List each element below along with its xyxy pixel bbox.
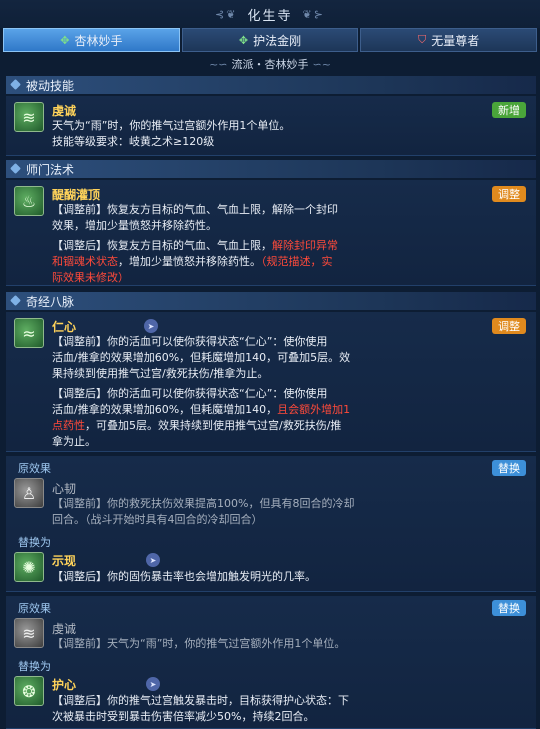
leaf-emblem-icon: ✥ xyxy=(238,33,249,47)
skill-name: 虔诚 xyxy=(52,104,77,118)
replace-badge: 替换 xyxy=(492,460,526,476)
skill-entry-qiancheng: ≋ 虔诚 新增 天气为“雨”时，你的推气过宫额外作用1个单位。 技能等级要求：岐… xyxy=(6,96,536,156)
heart-guard-skill-icon: ❂ xyxy=(14,676,44,706)
skill-name: 示现 xyxy=(52,554,77,568)
replacement-block-xinren: 原效果 替换 ♙ 心韧 【调整前】你的救死扶伤效果提高100%，但具有8回合的冷… xyxy=(6,456,536,592)
skill-description: 【调整前】你的救死扶伤效果提高100%，但具有8回合的冷却 回合。（战斗开始时具… xyxy=(52,497,355,526)
replace-with-label: 替换为 xyxy=(18,660,51,673)
leaf-emblem-icon: ✥ xyxy=(60,33,70,47)
skill-name: 护心 xyxy=(52,678,77,692)
locate-arrow-icon[interactable]: ➤ xyxy=(146,553,160,567)
person-skill-icon: ♙ xyxy=(14,478,44,508)
section-title: 师门法术 xyxy=(26,162,75,177)
original-effect-label: 原效果 xyxy=(18,462,51,475)
status-badge-adjust: 调整 xyxy=(492,186,526,202)
window-title-bar: ⊰❦ 化生寺 ❦⊱ xyxy=(0,0,540,28)
skill-description: 【调整后】你的固伤暴击率也会增加触发明光的几率。 xyxy=(52,570,316,583)
skill-name: 仁心 xyxy=(52,320,77,334)
subtitle-text: 流派・杏林妙手 xyxy=(231,58,309,71)
section-title: 奇经八脉 xyxy=(26,294,75,309)
rain-swirl-skill-icon: ≋ xyxy=(14,102,44,132)
tab-label: 无量尊者 xyxy=(431,33,480,48)
burst-skill-icon: ✺ xyxy=(14,552,44,582)
tab-label: 护法金刚 xyxy=(253,33,302,48)
skill-description: 【调整后】你的推气过宫触发暴击时，目标获得护心状态：下 次被暴击时受到暴击伤害倍… xyxy=(52,694,349,723)
rain-swirl-skill-icon: ≋ xyxy=(14,618,44,648)
status-badge-new: 新增 xyxy=(492,102,526,118)
section-bullet-icon xyxy=(10,79,21,90)
locate-arrow-icon[interactable]: ➤ xyxy=(144,319,158,333)
tab-xinglin[interactable]: ✥ 杏林妙手 xyxy=(3,28,180,52)
title-ornament-left-icon: ⊰❦ xyxy=(215,7,238,21)
section-header-sect: 师门法术 xyxy=(6,160,536,178)
flask-skill-icon: ♨ xyxy=(14,186,44,216)
locate-arrow-icon[interactable]: ➤ xyxy=(146,677,160,691)
tab-wuliang[interactable]: ⛉ 无量尊者 xyxy=(360,28,538,52)
original-effect-label: 原效果 xyxy=(18,602,51,615)
replace-with-label: 替换为 xyxy=(18,536,51,549)
skill-entry-tihuguanding: ♨ 醍醐灌顶 调整 【调整前】恢复友方目标的气血、气血上限，解除一个封印 效果，… xyxy=(6,180,536,286)
wave-skill-icon: ≈ xyxy=(14,318,44,348)
skill-description: 【调整前】天气为“雨”时，你的推气过宫额外作用1个单位。 xyxy=(52,637,346,650)
title-ornament-right-icon: ❦⊱ xyxy=(302,7,325,21)
subtitle-ornament-right-icon: ∽~ xyxy=(312,57,331,71)
school-subtitle: ~∽ 流派・杏林妙手 ∽~ xyxy=(0,54,540,74)
section-header-passive: 被动技能 xyxy=(6,76,536,94)
replace-badge: 替换 xyxy=(492,600,526,616)
subtitle-ornament-left-icon: ~∽ xyxy=(209,57,228,71)
shield-emblem-icon: ⛉ xyxy=(418,33,427,46)
skill-description: 【调整前】恢复友方目标的气血、气血上限，解除一个封印 效果，增加少量愤怒并移除药… xyxy=(52,203,338,284)
skill-description: 【调整前】你的活血可以使你获得状态“仁心”：使你使用 活血/推拿的效果增加60%… xyxy=(52,335,351,448)
status-badge-adjust: 调整 xyxy=(492,318,526,334)
skill-entry-renxin: ≈ 仁心 ➤ 调整 【调整前】你的活血可以使你获得状态“仁心”：使你使用 活血/… xyxy=(6,312,536,452)
school-tabs: ✥ 杏林妙手 ✥ 护法金刚 ⛉ 无量尊者 xyxy=(3,28,538,52)
tab-label: 杏林妙手 xyxy=(74,33,123,48)
tab-hufa[interactable]: ✥ 护法金刚 xyxy=(181,28,359,52)
section-header-meridian: 奇经八脉 xyxy=(6,292,536,310)
section-title: 被动技能 xyxy=(26,78,75,93)
skill-name: 醍醐灌顶 xyxy=(52,188,101,202)
section-bullet-icon xyxy=(10,295,21,306)
page-title: 化生寺 xyxy=(247,8,293,24)
skill-name: 心韧 xyxy=(52,482,77,496)
replacement-block-qiancheng: 原效果 替换 ≋ 虔诚 【调整前】天气为“雨”时，你的推气过宫额外作用1个单位。… xyxy=(6,596,536,729)
section-bullet-icon xyxy=(10,163,21,174)
skill-name: 虔诚 xyxy=(52,622,77,636)
skill-description: 天气为“雨”时，你的推气过宫额外作用1个单位。 技能等级要求：岐黄之术≥120级 xyxy=(52,119,291,148)
